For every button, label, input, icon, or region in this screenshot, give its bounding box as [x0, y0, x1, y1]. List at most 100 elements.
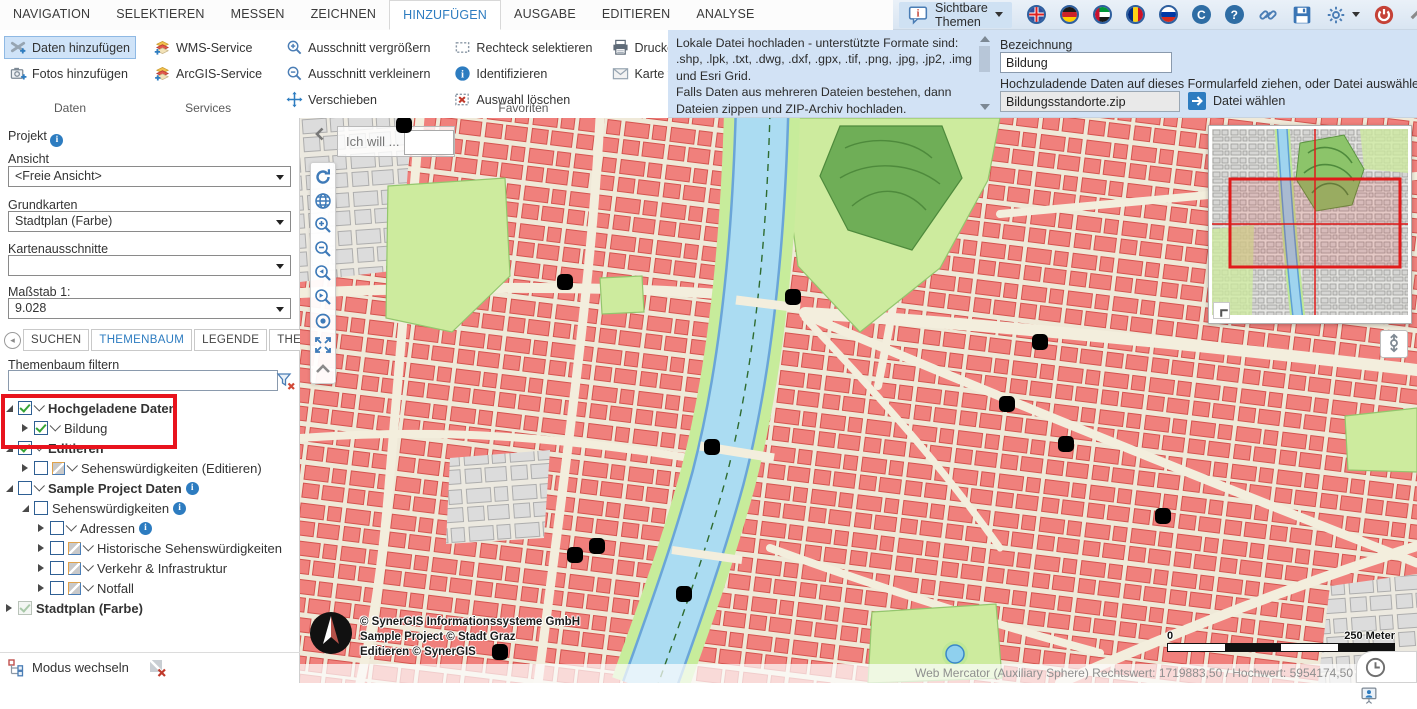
checkbox-editieren[interactable]: [18, 441, 32, 455]
settings-icon[interactable]: [1326, 5, 1346, 25]
menu-tab-editieren[interactable]: EDITIEREN: [589, 0, 683, 30]
bildung-marker[interactable]: [492, 644, 508, 660]
globe-icon[interactable]: [313, 191, 333, 211]
tree-item-stadtplan-farbe[interactable]: Stadtplan (Farbe): [0, 598, 300, 618]
refresh-icon[interactable]: [313, 167, 333, 187]
map-viewport[interactable]: Ich will ...: [300, 118, 1417, 683]
expand-icon[interactable]: [313, 335, 333, 355]
chevron-down-icon[interactable]: [83, 580, 94, 591]
info-icon[interactable]: i: [186, 482, 199, 495]
wms-service-button[interactable]: WMS-Service: [148, 36, 268, 59]
expander-expanded-icon[interactable]: [20, 505, 30, 512]
chevron-down-icon[interactable]: [67, 460, 78, 471]
ausschnitt-vergrößern-button[interactable]: Ausschnitt vergrößern: [280, 36, 436, 59]
scroll-down-icon[interactable]: [980, 104, 990, 110]
expander-expanded-icon[interactable]: [4, 405, 14, 412]
chevron-down-icon[interactable]: [34, 480, 45, 491]
flag-uk-icon[interactable]: [1027, 5, 1046, 24]
bildung-marker[interactable]: [785, 289, 801, 305]
info-scrollbar[interactable]: [978, 34, 993, 112]
chevron-down-icon[interactable]: [50, 420, 61, 431]
checkbox-bildung[interactable]: [34, 421, 48, 435]
rechteck-selektieren-button[interactable]: Rechteck selektieren: [448, 36, 598, 59]
menu-tab-messen[interactable]: MESSEN: [218, 0, 298, 30]
crescent-language-icon[interactable]: C: [1192, 5, 1211, 24]
history-clock-button[interactable]: [1356, 651, 1417, 683]
flag-germany-icon[interactable]: [1060, 5, 1079, 24]
checkbox-adressen[interactable]: [50, 521, 64, 535]
menu-tab-analyse[interactable]: ANALYSE: [683, 0, 767, 30]
tabs-scroll-left-icon[interactable]: ◂: [4, 332, 21, 349]
checkbox-historische-sehenswürdigkeiten[interactable]: [50, 541, 64, 555]
grundkarten-select[interactable]: Stadtplan (Farbe): [8, 211, 291, 232]
name-input[interactable]: [1000, 52, 1172, 73]
expander-expanded-icon[interactable]: [4, 445, 14, 452]
scroll-up-icon[interactable]: [980, 36, 990, 42]
chevron-down-icon[interactable]: [83, 540, 94, 551]
filter-input[interactable]: [8, 370, 278, 391]
expander-collapsed-icon[interactable]: [36, 564, 46, 572]
bildung-marker[interactable]: [1155, 508, 1171, 524]
overview-toggle-icon[interactable]: [1213, 302, 1230, 319]
checkbox-stadtplan-farbe[interactable]: [18, 601, 32, 615]
tree-item-verkehr-infrastruktur[interactable]: Verkehr & Infrastruktur: [0, 558, 300, 578]
visible-themes-button[interactable]: i Sichtbare Themen: [899, 2, 1012, 28]
checkbox-sample-project-daten[interactable]: [18, 481, 32, 495]
center-map-button[interactable]: [1380, 330, 1408, 358]
arcgis-service-button[interactable]: ArcGIS-Service: [148, 62, 268, 85]
tree-item-sample-project-daten[interactable]: Sample Project Dateni: [0, 478, 300, 498]
info-icon[interactable]: i: [139, 522, 152, 535]
verschieben-button[interactable]: Verschieben: [280, 88, 436, 111]
save-icon[interactable]: [1292, 5, 1312, 25]
ich-will-input[interactable]: [404, 130, 454, 155]
scrollbar-thumb[interactable]: [979, 46, 990, 72]
file-dropzone-input[interactable]: [1000, 91, 1180, 112]
bildung-marker[interactable]: [999, 396, 1015, 412]
bildung-marker[interactable]: [676, 586, 692, 602]
tree-item-sehenswürdigkeiten[interactable]: Sehenswürdigkeiteni: [0, 498, 300, 518]
modus-label[interactable]: Modus wechseln: [32, 660, 129, 675]
center-point-icon[interactable]: [313, 311, 333, 331]
flag-uae-icon[interactable]: [1093, 5, 1112, 24]
chevron-down-icon[interactable]: [66, 520, 77, 531]
choose-file-arrow-icon[interactable]: [1188, 92, 1206, 110]
link-icon[interactable]: [1258, 5, 1278, 25]
fotos-hinzufügen-button[interactable]: Fotos hinzufügen: [4, 62, 136, 85]
info-icon[interactable]: i: [173, 502, 186, 515]
expander-expanded-icon[interactable]: [4, 485, 14, 492]
bildung-marker[interactable]: [567, 547, 583, 563]
tree-item-editieren[interactable]: Editieren: [0, 438, 300, 458]
expander-collapsed-icon[interactable]: [4, 604, 14, 612]
kartenausschnitte-select[interactable]: [8, 255, 291, 276]
bildung-marker[interactable]: [557, 274, 573, 290]
user-station-icon[interactable]: [1360, 686, 1379, 705]
tab-suchen[interactable]: SUCHEN: [23, 329, 89, 351]
menu-tab-selektieren[interactable]: SELEKTIEREN: [103, 0, 217, 30]
bildung-marker[interactable]: [1032, 334, 1048, 350]
tree-item-notfall[interactable]: Notfall: [0, 578, 300, 598]
tab-themenbaum[interactable]: THEMENBAUM: [91, 329, 192, 351]
zoom-out-tool-icon[interactable]: [313, 239, 333, 259]
checkbox-sehenswürdigkeiten-editieren[interactable]: [34, 461, 48, 475]
expander-collapsed-icon[interactable]: [20, 464, 30, 472]
bildung-marker[interactable]: [704, 439, 720, 455]
tab-legende[interactable]: LEGENDE: [194, 329, 267, 351]
flag-romania-icon[interactable]: [1126, 5, 1145, 24]
chevron-down-icon[interactable]: [34, 400, 45, 411]
collapse-toolbar-icon[interactable]: [1408, 5, 1417, 25]
bildung-marker[interactable]: [589, 538, 605, 554]
checkbox-hochgeladene-daten[interactable]: [18, 401, 32, 415]
expander-collapsed-icon[interactable]: [36, 584, 46, 592]
flag-russia-icon[interactable]: [1159, 5, 1178, 24]
bildung-marker[interactable]: [396, 118, 412, 133]
tree-item-historische-sehenswürdigkeiten[interactable]: Historische Sehenswürdigkeiten: [0, 538, 300, 558]
menu-tab-zeichnen[interactable]: ZEICHNEN: [298, 0, 390, 30]
checkbox-verkehr-infrastruktur[interactable]: [50, 561, 64, 575]
expander-collapsed-icon[interactable]: [36, 544, 46, 552]
overview-map[interactable]: [1208, 125, 1412, 324]
power-icon[interactable]: [1374, 5, 1394, 25]
choose-file-label[interactable]: Datei wählen: [1213, 94, 1285, 108]
checkbox-notfall[interactable]: [50, 581, 64, 595]
massstab-select[interactable]: 9.028: [8, 298, 291, 319]
identifizieren-button[interactable]: iIdentifizieren: [448, 62, 598, 85]
